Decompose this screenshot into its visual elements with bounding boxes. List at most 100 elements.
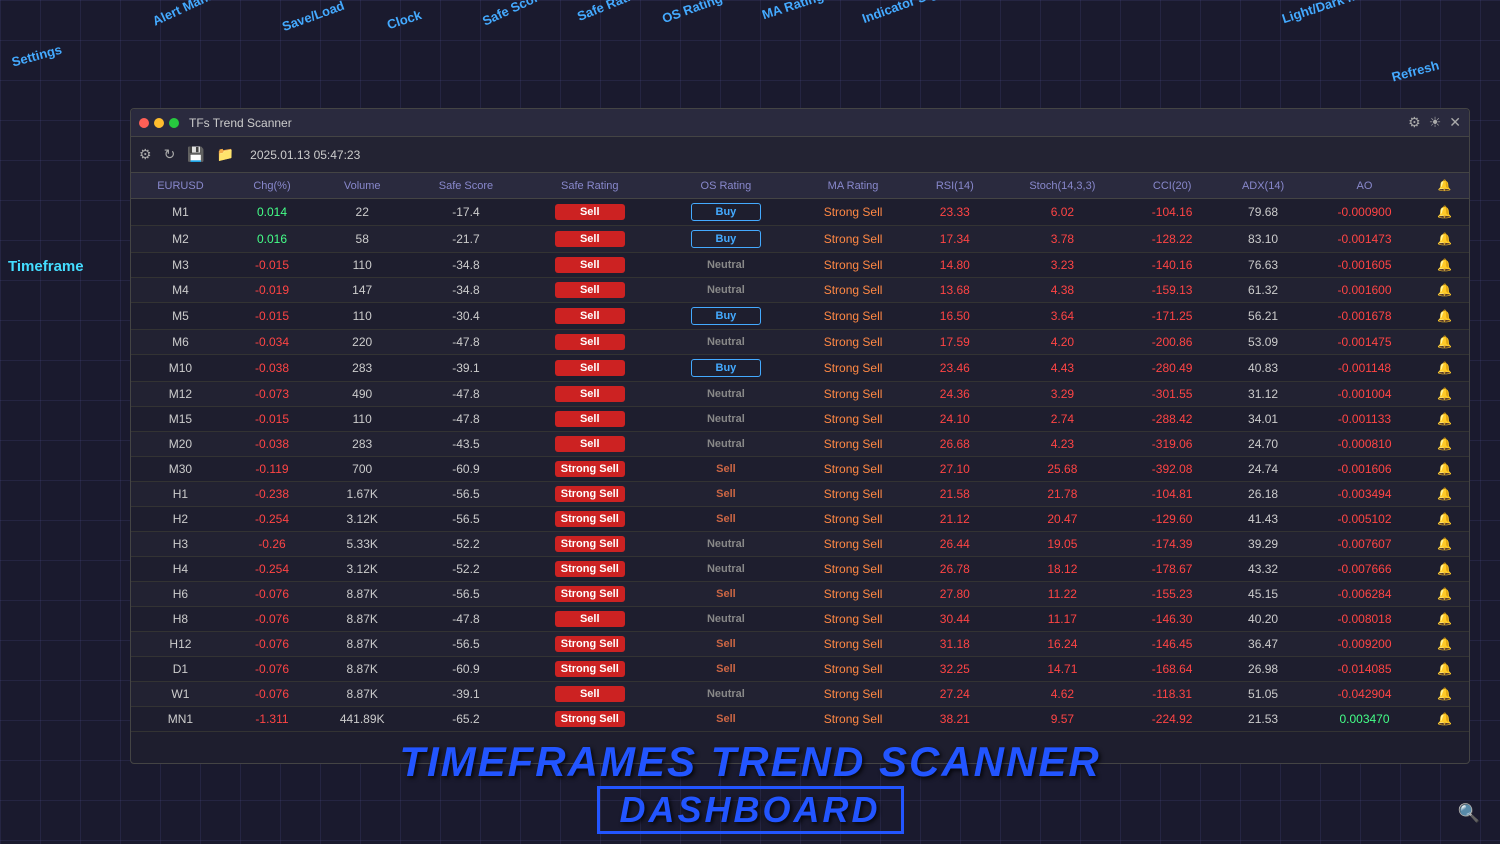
cell-bell[interactable]: 🔔 xyxy=(1420,355,1469,382)
cell-bell[interactable]: 🔔 xyxy=(1420,457,1469,482)
cell-vol: 5.33K xyxy=(314,532,410,557)
cell-bell[interactable]: 🔔 xyxy=(1420,632,1469,657)
cell-tf: M30 xyxy=(131,457,230,482)
cell-bell[interactable]: 🔔 xyxy=(1420,582,1469,607)
cell-adx: 40.20 xyxy=(1217,607,1309,632)
gear-icon[interactable]: ⚙ xyxy=(139,146,152,163)
cell-bell[interactable]: 🔔 xyxy=(1420,682,1469,707)
cell-ss: -47.8 xyxy=(410,330,521,355)
timeframe-label[interactable]: Timeframe xyxy=(8,258,84,275)
table-row: D1 -0.076 8.87K -60.9 Strong Sell Sell S… xyxy=(131,657,1469,682)
cell-rsi: 38.21 xyxy=(912,707,997,732)
cell-sr: Sell xyxy=(522,330,658,355)
cell-vol: 8.87K xyxy=(314,607,410,632)
cell-ao: -0.003494 xyxy=(1309,482,1420,507)
sr-badge: Strong Sell xyxy=(555,511,625,527)
cell-bell[interactable]: 🔔 xyxy=(1420,657,1469,682)
cell-rsi: 23.33 xyxy=(912,199,997,226)
os-badge: Neutral xyxy=(691,536,761,552)
sr-badge: Sell xyxy=(555,436,625,452)
cell-bell[interactable]: 🔔 xyxy=(1420,407,1469,432)
cell-adx: 83.10 xyxy=(1217,226,1309,253)
cell-stoch: 18.12 xyxy=(997,557,1127,582)
cell-ao: -0.000810 xyxy=(1309,432,1420,457)
cell-chg: -0.015 xyxy=(230,303,314,330)
os-badge: Neutral xyxy=(691,386,761,402)
cell-tf: H6 xyxy=(131,582,230,607)
cell-cci: -280.49 xyxy=(1127,355,1217,382)
close-dot[interactable] xyxy=(139,118,149,128)
sr-badge: Strong Sell xyxy=(555,661,625,677)
col-ao: AO xyxy=(1309,173,1420,199)
close-button[interactable]: ✕ xyxy=(1449,114,1461,131)
cell-bell[interactable]: 🔔 xyxy=(1420,607,1469,632)
cell-ma: Strong Sell xyxy=(794,330,912,355)
cell-os: Neutral xyxy=(658,382,794,407)
cell-ss: -56.5 xyxy=(410,582,521,607)
cell-sr: Strong Sell xyxy=(522,707,658,732)
cell-chg: -0.076 xyxy=(230,632,314,657)
banner-title: TIMEFRAMES TREND SCANNER xyxy=(0,738,1500,786)
cell-ss: -34.8 xyxy=(410,253,521,278)
cell-rsi: 14.80 xyxy=(912,253,997,278)
cell-vol: 8.87K xyxy=(314,632,410,657)
cell-sr: Sell xyxy=(522,278,658,303)
folder-icon[interactable]: 📁 xyxy=(217,146,234,163)
cell-sr: Strong Sell xyxy=(522,582,658,607)
sr-badge: Sell xyxy=(555,411,625,427)
cell-bell[interactable]: 🔔 xyxy=(1420,432,1469,457)
cell-bell[interactable]: 🔔 xyxy=(1420,532,1469,557)
cell-bell[interactable]: 🔔 xyxy=(1420,330,1469,355)
sr-badge: Sell xyxy=(555,360,625,376)
search-icon[interactable]: 🔍 xyxy=(1458,803,1480,824)
refresh-icon[interactable]: ↻ xyxy=(164,146,176,163)
cell-adx: 24.70 xyxy=(1217,432,1309,457)
cell-ao: -0.005102 xyxy=(1309,507,1420,532)
save-icon[interactable]: 💾 xyxy=(187,146,204,163)
table-row: M6 -0.034 220 -47.8 Sell Neutral Strong … xyxy=(131,330,1469,355)
cell-vol: 283 xyxy=(314,355,410,382)
cell-tf: M1 xyxy=(131,199,230,226)
ma-badge: Strong Sell xyxy=(824,612,883,626)
title-controls: ⚙ ☀ ✕ xyxy=(1408,114,1461,131)
cell-bell[interactable]: 🔔 xyxy=(1420,557,1469,582)
cell-ss: -60.9 xyxy=(410,657,521,682)
cell-bell[interactable]: 🔔 xyxy=(1420,199,1469,226)
os-badge: Buy xyxy=(691,307,761,325)
cell-vol: 700 xyxy=(314,457,410,482)
cell-bell[interactable]: 🔔 xyxy=(1420,303,1469,330)
theme-toggle-icon[interactable]: ☀ xyxy=(1429,114,1442,131)
ma-badge: Strong Sell xyxy=(824,687,883,701)
cell-sr: Strong Sell xyxy=(522,482,658,507)
cell-chg: 0.016 xyxy=(230,226,314,253)
banner-subtitle: DASHBOARD xyxy=(597,786,904,834)
table-row: H8 -0.076 8.87K -47.8 Sell Neutral Stron… xyxy=(131,607,1469,632)
cell-ss: -52.2 xyxy=(410,532,521,557)
cell-bell[interactable]: 🔔 xyxy=(1420,382,1469,407)
cell-bell[interactable]: 🔔 xyxy=(1420,278,1469,303)
cell-bell[interactable]: 🔔 xyxy=(1420,707,1469,732)
cell-os: Neutral xyxy=(658,407,794,432)
col-bell: 🔔 xyxy=(1420,173,1469,199)
os-badge: Neutral xyxy=(691,282,761,298)
cell-bell[interactable]: 🔔 xyxy=(1420,226,1469,253)
cell-bell[interactable]: 🔔 xyxy=(1420,482,1469,507)
ma-badge: Strong Sell xyxy=(824,637,883,651)
cell-rsi: 27.80 xyxy=(912,582,997,607)
cell-tf: H1 xyxy=(131,482,230,507)
settings-icon[interactable]: ⚙ xyxy=(1408,114,1421,131)
cell-bell[interactable]: 🔔 xyxy=(1420,507,1469,532)
cell-rsi: 16.50 xyxy=(912,303,997,330)
cell-bell[interactable]: 🔔 xyxy=(1420,253,1469,278)
cell-adx: 31.12 xyxy=(1217,382,1309,407)
minimize-dot[interactable] xyxy=(154,118,164,128)
maximize-dot[interactable] xyxy=(169,118,179,128)
cell-rsi: 30.44 xyxy=(912,607,997,632)
cell-cci: -392.08 xyxy=(1127,457,1217,482)
sr-badge: Strong Sell xyxy=(555,536,625,552)
cell-tf: H4 xyxy=(131,557,230,582)
cell-ss: -47.8 xyxy=(410,607,521,632)
cell-cci: -104.16 xyxy=(1127,199,1217,226)
cell-adx: 76.63 xyxy=(1217,253,1309,278)
cell-ao: -0.001473 xyxy=(1309,226,1420,253)
